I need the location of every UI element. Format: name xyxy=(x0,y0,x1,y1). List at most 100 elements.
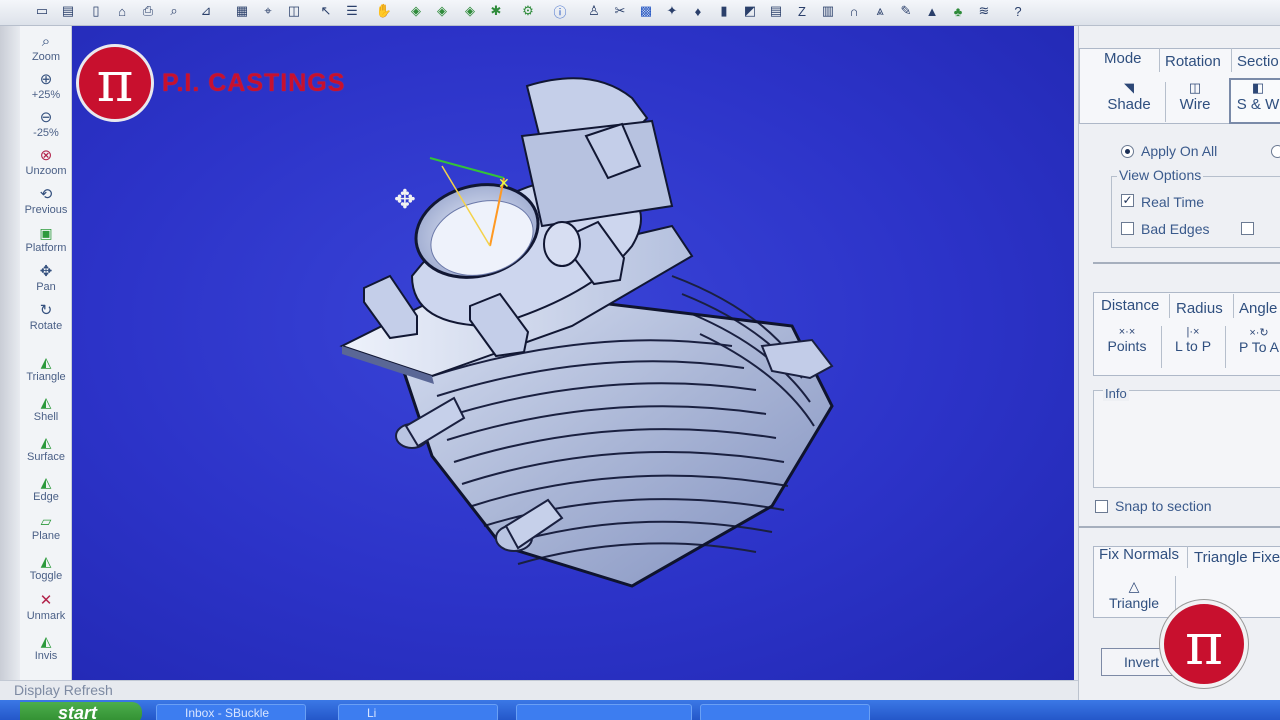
extra-option-checkbox[interactable] xyxy=(1241,222,1254,235)
stack-icon[interactable]: ≋ xyxy=(974,2,994,20)
hand-icon[interactable]: ✋ xyxy=(374,2,394,20)
toggle-icon: ◭ xyxy=(40,553,52,569)
arrow-icon[interactable]: ↖ xyxy=(316,2,336,20)
points-button[interactable]: ×·× Points xyxy=(1099,326,1155,354)
cube-green-2-icon[interactable]: ◈ xyxy=(432,2,452,20)
image-icon[interactable]: ▩ xyxy=(636,2,656,20)
points-label: Points xyxy=(1107,338,1147,354)
apply-selected-radio[interactable] xyxy=(1271,145,1280,158)
bad-edges-checkbox[interactable] xyxy=(1121,222,1134,235)
repair-green-icon[interactable]: ✱ xyxy=(486,2,506,20)
cut-icon[interactable]: ✂ xyxy=(610,2,630,20)
invis-icon: ◭ xyxy=(40,633,52,649)
line-to-point-button[interactable]: |·× L to P xyxy=(1165,326,1221,354)
folder-icon[interactable]: ⌂ xyxy=(112,2,132,20)
stitch-green-icon[interactable]: ⚙ xyxy=(518,2,538,20)
edge-select-icon: ◭ xyxy=(40,474,52,490)
shade-and-wire-button[interactable]: ◧ S & W xyxy=(1229,78,1280,124)
cubes-icon[interactable]: ◩ xyxy=(740,2,760,20)
tab-mode[interactable]: Mode xyxy=(1104,50,1142,67)
tool-unzoom[interactable]: ⊗ Unzoom xyxy=(20,148,72,178)
apply-on-all-radio[interactable] xyxy=(1121,145,1134,158)
shade-label: Shade xyxy=(1107,96,1151,113)
tool-pan[interactable]: ✥ Pan xyxy=(20,264,72,294)
z-axis-icon[interactable]: Z xyxy=(792,2,812,20)
print-icon[interactable]: ⎙ xyxy=(138,2,158,20)
taskbar-item-app-2[interactable] xyxy=(700,704,870,720)
point-to-arc-label: P To A xyxy=(1239,339,1279,355)
tree-icon[interactable]: ♣ xyxy=(948,2,968,20)
column-icon[interactable]: ▮ xyxy=(714,2,734,20)
snap-to-section-checkbox[interactable] xyxy=(1095,500,1108,513)
taskbar-item-inbox[interactable]: Inbox - SBuckle xyxy=(156,704,306,720)
open-file-icon[interactable]: ▤ xyxy=(58,2,78,20)
taskbar-item-window[interactable]: Li xyxy=(338,704,498,720)
tool-unmark[interactable]: ✕ Unmark xyxy=(20,593,72,623)
tool-label: Toggle xyxy=(29,570,63,582)
snap-to-section-label: Snap to section xyxy=(1115,498,1212,514)
shade-icon: ◥ xyxy=(1124,80,1134,95)
taskbar-item-app[interactable] xyxy=(516,704,692,720)
support-icon[interactable]: ⩓ xyxy=(870,2,890,20)
shade-wire-icon: ◧ xyxy=(1251,80,1265,95)
tab-angle[interactable]: Angle xyxy=(1239,300,1277,317)
grid-icon[interactable]: ▦ xyxy=(232,2,252,20)
unmark-icon: ✕ xyxy=(39,592,53,609)
arch-icon[interactable]: ∩ xyxy=(844,2,864,20)
tool-previous[interactable]: ⟲ Previous xyxy=(20,187,72,217)
platform-icon: ▣ xyxy=(39,225,53,241)
mountain-icon[interactable]: ▲ xyxy=(922,2,942,20)
blank-page-icon[interactable]: ▯ xyxy=(86,2,106,20)
shade-button[interactable]: ◥ Shade xyxy=(1101,80,1157,113)
real-time-checkbox[interactable]: ✓ xyxy=(1121,194,1134,207)
measure-icon[interactable]: ⊿ xyxy=(196,2,216,20)
drop-icon[interactable]: ♦ xyxy=(688,2,708,20)
triangle-button[interactable]: △ Triangle xyxy=(1103,578,1165,611)
plane-select-icon: ▱ xyxy=(40,513,52,529)
layers-icon[interactable]: ▤ xyxy=(766,2,786,20)
triangle-label: Triangle xyxy=(1108,595,1160,611)
tool-triangle[interactable]: ◭ Triangle xyxy=(20,354,72,384)
tool-rotate[interactable]: ↻ Rotate xyxy=(20,303,72,333)
tool-plane[interactable]: ▱ Plane xyxy=(20,513,72,543)
tool-zoom-in[interactable]: ⊕ +25% xyxy=(20,72,72,102)
tab-radius[interactable]: Radius xyxy=(1176,300,1223,317)
new-file-icon[interactable]: ▭ xyxy=(32,2,52,20)
tool-zoom[interactable]: ⌕ Zoom xyxy=(20,34,72,64)
real-time-label: Real Time xyxy=(1141,194,1205,210)
shell-green-icon[interactable]: ◈ xyxy=(460,2,480,20)
point-to-arc-button[interactable]: ×·↻ P To A xyxy=(1229,326,1280,355)
box-select-icon[interactable]: ◫ xyxy=(284,2,304,20)
tool-zoom-out[interactable]: ⊖ -25% xyxy=(20,110,72,140)
start-button[interactable]: start xyxy=(20,702,142,720)
wire-button[interactable]: ◫ Wire xyxy=(1169,80,1221,113)
info-icon[interactable]: ⓘ xyxy=(550,2,570,20)
view-options-title: View Options xyxy=(1117,167,1204,183)
tab-distance[interactable]: Distance xyxy=(1101,297,1159,314)
tool-label: +25% xyxy=(31,89,61,101)
tools-icon[interactable]: ✦ xyxy=(662,2,682,20)
wizard-icon[interactable]: ♙ xyxy=(584,2,604,20)
slices-icon[interactable]: ▥ xyxy=(818,2,838,20)
tab-fix-normals[interactable]: Fix Normals xyxy=(1099,546,1179,563)
tool-shell[interactable]: ◭ Shell xyxy=(20,394,72,424)
cube-green-icon[interactable]: ◈ xyxy=(406,2,426,20)
3d-viewport[interactable]: π P.I. CASTINGS ✕ ✥ xyxy=(72,26,1074,682)
tab-section[interactable]: Sectio xyxy=(1237,53,1279,70)
tool-platform[interactable]: ▣ Platform xyxy=(20,225,72,255)
shell-select-icon: ◭ xyxy=(40,394,52,410)
cylinder-model[interactable]: ✕ ✥ xyxy=(72,26,1074,682)
tool-edge[interactable]: ◭ Edge xyxy=(20,474,72,504)
help-icon[interactable]: ? xyxy=(1008,2,1028,20)
pointer-select-icon[interactable]: ⌖ xyxy=(258,2,278,20)
pencil-icon[interactable]: ✎ xyxy=(896,2,916,20)
tool-surface[interactable]: ◭ Surface xyxy=(20,434,72,464)
tab-triangle-fixes[interactable]: Triangle Fixe xyxy=(1194,549,1280,566)
tool-label: Edge xyxy=(33,491,59,503)
tool-label: Plane xyxy=(31,530,61,542)
tool-toggle[interactable]: ◭ Toggle xyxy=(20,553,72,583)
tab-rotation[interactable]: Rotation xyxy=(1165,53,1221,70)
list-select-icon[interactable]: ☰ xyxy=(342,2,362,20)
zoom-icon[interactable]: ⌕ xyxy=(164,2,184,20)
tool-invis[interactable]: ◭ Invis xyxy=(20,633,72,663)
